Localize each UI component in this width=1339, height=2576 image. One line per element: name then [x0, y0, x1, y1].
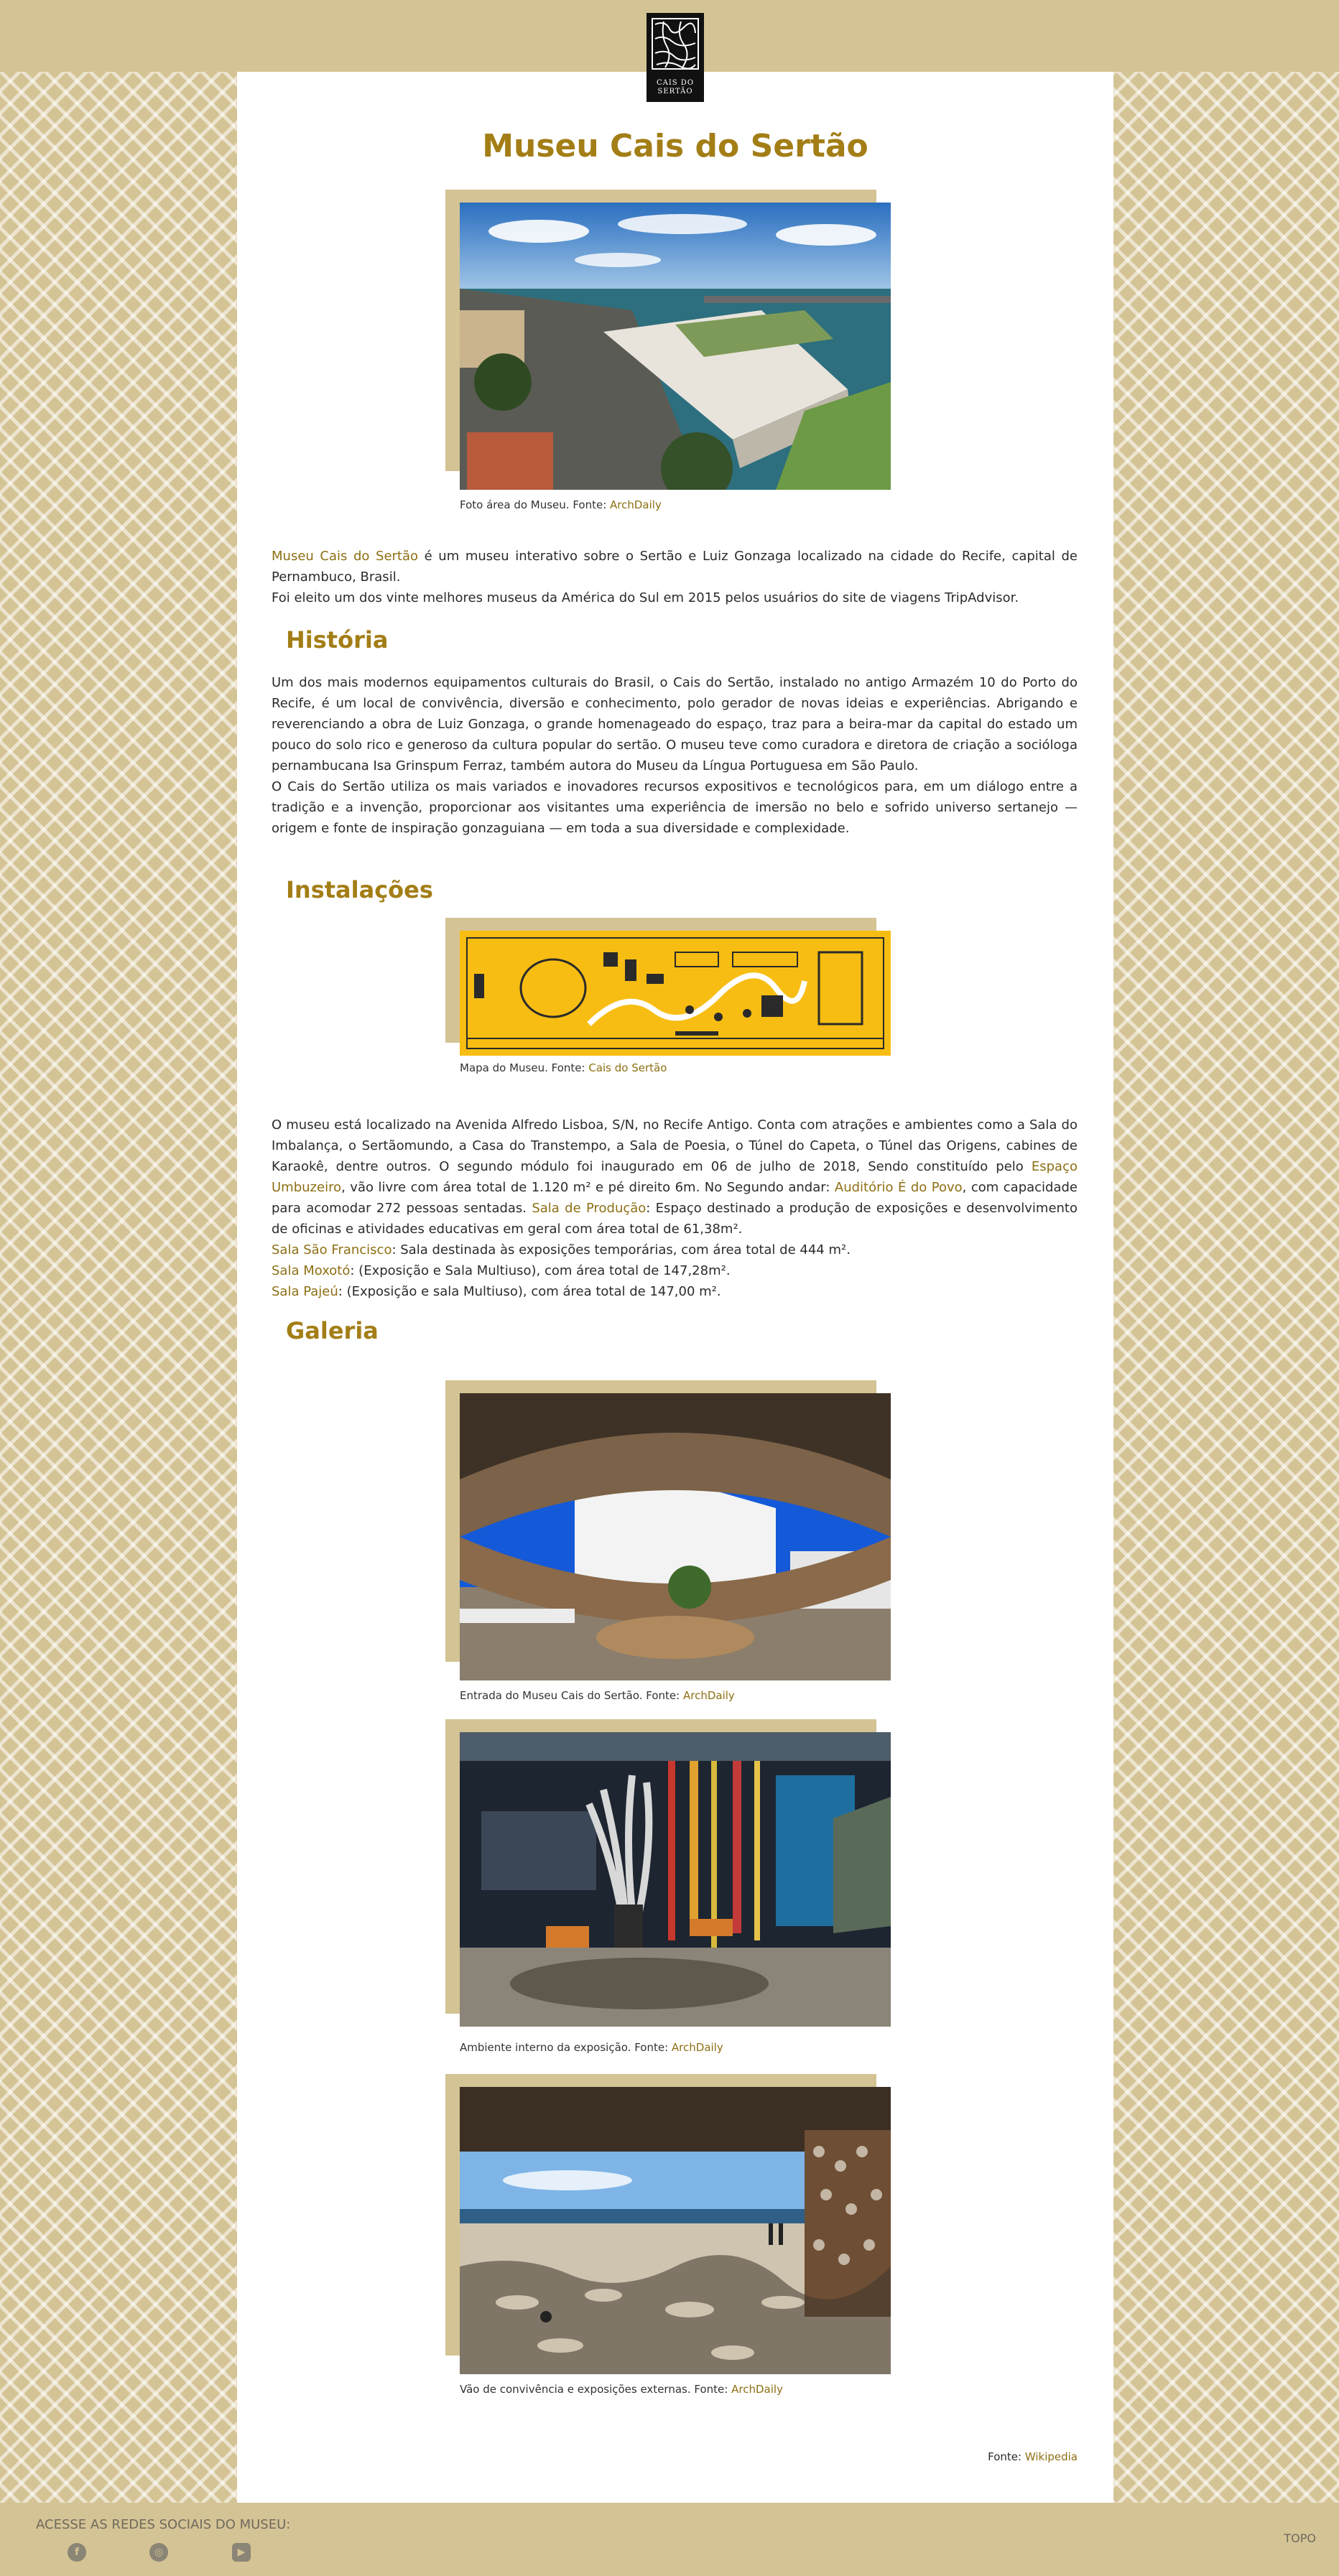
- cais-do-sertao-link[interactable]: Cais do Sertão: [588, 1061, 667, 1074]
- instalacoes-text-7: : (Exposição e sala Multiuso), com área …: [338, 1284, 721, 1299]
- archdaily-link[interactable]: ArchDaily: [731, 2383, 783, 2396]
- gallery-photo-interior: [460, 1732, 891, 2027]
- map-caption: Mapa do Museu. Fonte: Cais do Sertão: [460, 1061, 667, 1074]
- museum-map-image: [460, 931, 891, 1056]
- museum-logo[interactable]: CAIS DO SERTÃO: [647, 13, 704, 102]
- historia-text-2: O Cais do Sertão utiliza os mais variado…: [272, 779, 1078, 836]
- caption-text: Vão de convivência e exposições externas…: [460, 2383, 732, 2396]
- hero-caption: Foto área do Museu. Fonte: ArchDaily: [460, 498, 662, 511]
- main-content: Museu Cais do Sertão Foto área do Museu.…: [237, 72, 1113, 2503]
- instalacoes-heading: Instalações: [286, 876, 433, 903]
- caption-text: Mapa do Museu. Fonte:: [460, 1061, 589, 1074]
- gallery-caption: Entrada do Museu Cais do Sertão. Fonte: …: [460, 1689, 735, 1702]
- historia-heading: História: [286, 626, 389, 654]
- gallery-caption: Vão de convivência e exposições externas…: [460, 2383, 783, 2396]
- sala-sao-francisco-link[interactable]: Sala São Francisco: [272, 1242, 391, 1257]
- archdaily-link[interactable]: ArchDaily: [610, 498, 662, 511]
- historia-paragraph: Um dos mais modernos equipamentos cultur…: [272, 672, 1078, 839]
- logo-text: CAIS DO SERTÃO: [648, 79, 703, 96]
- sala-pajeu-link[interactable]: Sala Pajeú: [272, 1284, 338, 1299]
- intro-paragraph: Museu Cais do Sertão é um museu interati…: [272, 546, 1078, 608]
- instalacoes-text-6: : (Exposição e Sala Multiuso), com área …: [350, 1263, 731, 1278]
- museum-link[interactable]: Museu Cais do Sertão: [272, 549, 418, 564]
- youtube-icon[interactable]: ▶: [232, 2543, 251, 2562]
- gallery-caption: Ambiente interno da exposição. Fonte: Ar…: [460, 2041, 723, 2054]
- archdaily-link[interactable]: ArchDaily: [683, 1689, 735, 1702]
- instalacoes-text-1: O museu está localizado na Avenida Alfre…: [272, 1117, 1078, 1174]
- source-text: Fonte:: [988, 2450, 1025, 2463]
- wikipedia-link[interactable]: Wikipedia: [1025, 2450, 1078, 2463]
- facebook-icon[interactable]: f: [68, 2543, 86, 2562]
- caption-text: Foto área do Museu. Fonte:: [460, 498, 611, 511]
- gallery-photo-entrance: [460, 1393, 891, 1680]
- social-label: ACESSE AS REDES SOCIAIS DO MUSEU:: [36, 2517, 291, 2532]
- instalacoes-text-2: , vão livre com área total de 1.120 m² e…: [341, 1180, 835, 1195]
- logo-text-line-1: CAIS DO: [656, 79, 695, 87]
- historia-text-1: Um dos mais modernos equipamentos cultur…: [272, 675, 1078, 773]
- logo-pattern-icon: [652, 18, 699, 70]
- logo-text-line-2: SERTÃO: [657, 88, 693, 96]
- hero-photo: [460, 203, 891, 490]
- instagram-icon[interactable]: ◎: [149, 2543, 168, 2562]
- instalacoes-text-5: : Sala destinada às exposições temporári…: [391, 1242, 851, 1257]
- back-to-top-link[interactable]: TOPO: [1284, 2531, 1316, 2545]
- source-note: Fonte: Wikipedia: [988, 2450, 1078, 2463]
- sala-moxoto-link[interactable]: Sala Moxotó: [272, 1263, 350, 1278]
- gallery-photo-open-space: [460, 2087, 891, 2374]
- caption-text: Ambiente interno da exposição. Fonte:: [460, 2041, 672, 2054]
- galeria-heading: Galeria: [286, 1317, 379, 1344]
- archdaily-link[interactable]: ArchDaily: [672, 2041, 723, 2054]
- footer: ACESSE AS REDES SOCIAIS DO MUSEU: f ◎ ▶ …: [0, 2503, 1339, 2576]
- intro-text-2: Foi eleito um dos vinte melhores museus …: [272, 590, 1019, 605]
- instalacoes-paragraph: O museu está localizado na Avenida Alfre…: [272, 1115, 1078, 1302]
- page-title: Museu Cais do Sertão: [482, 128, 868, 164]
- auditorio-link[interactable]: Auditório É do Povo: [835, 1180, 963, 1195]
- caption-text: Entrada do Museu Cais do Sertão. Fonte:: [460, 1689, 683, 1702]
- sala-producao-link[interactable]: Sala de Produção: [532, 1201, 646, 1216]
